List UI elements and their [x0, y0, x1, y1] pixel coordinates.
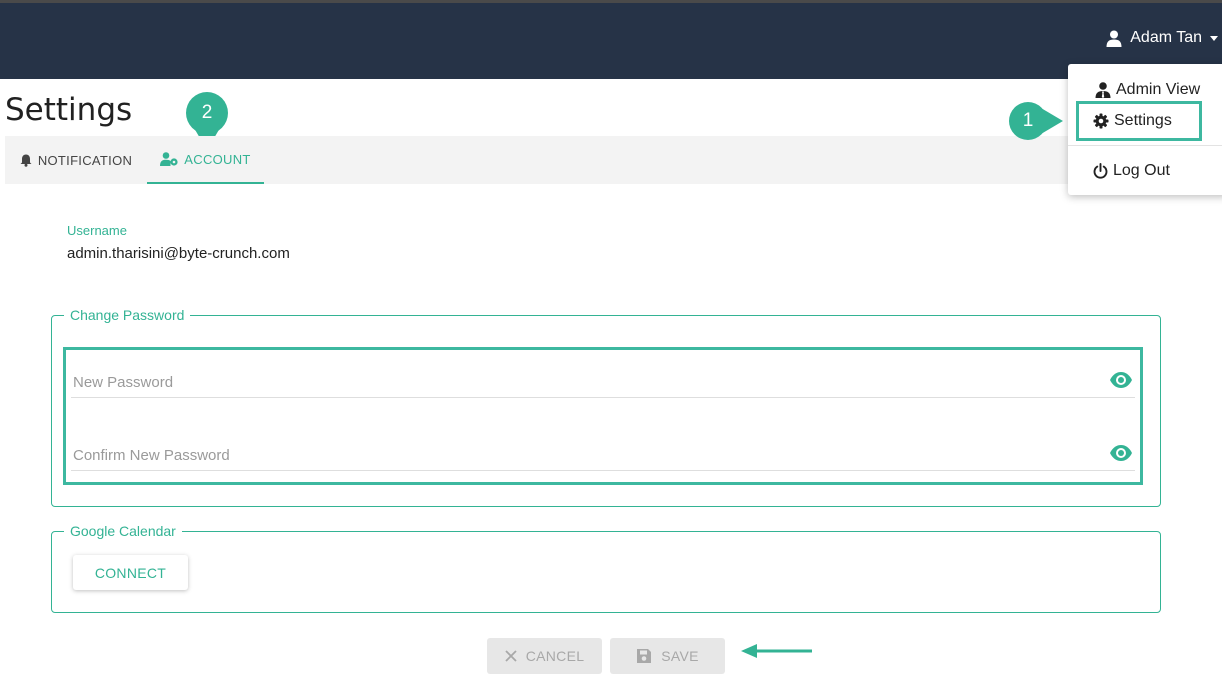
tab-notification-label: NOTIFICATION [37, 152, 133, 168]
change-password-legend: Change Password [64, 307, 191, 323]
step-callout-2-number: 2 [201, 102, 213, 123]
page-title: Settings [5, 92, 133, 128]
user-menu-toggle[interactable]: Adam Tan [1106, 29, 1218, 47]
step-callout-1-number: 1 [1022, 110, 1034, 131]
menu-item-settings-label: Settings [1114, 112, 1172, 129]
save-button[interactable]: SAVE [610, 638, 725, 674]
save-button-label: SAVE [661, 648, 699, 664]
settings-tabs: NOTIFICATION ACCOUNT [5, 136, 1220, 184]
user-dropdown-menu: Admin View Settings Log Out [1068, 64, 1222, 195]
tab-account[interactable]: ACCOUNT [147, 136, 264, 184]
top-navbar: Adam Tan [0, 3, 1222, 79]
bell-icon [20, 154, 32, 167]
caret-down-icon [1210, 35, 1218, 41]
cancel-button-label: CANCEL [525, 648, 585, 664]
close-icon [505, 650, 517, 662]
username-label: Username [67, 223, 127, 238]
google-calendar-section: Google Calendar [51, 523, 1161, 613]
google-calendar-legend: Google Calendar [64, 523, 182, 539]
gear-icon [1093, 113, 1109, 129]
menu-item-settings[interactable]: Settings [1076, 101, 1202, 141]
username-value: admin.tharisini@byte-crunch.com [67, 245, 290, 262]
tab-notification[interactable]: NOTIFICATION [5, 136, 147, 184]
user-icon [1106, 30, 1122, 47]
cancel-button[interactable]: CANCEL [487, 638, 602, 674]
user-cog-icon [160, 152, 178, 166]
menu-divider [1068, 145, 1222, 146]
connect-button[interactable]: CONNECT [73, 555, 188, 590]
menu-item-admin-view-label: Admin View [1116, 81, 1201, 98]
floppy-disk-icon [637, 649, 652, 663]
user-name: Adam Tan [1130, 29, 1202, 46]
user-tie-icon [1095, 82, 1111, 98]
power-icon [1093, 163, 1108, 179]
menu-item-admin-view[interactable]: Admin View [1068, 78, 1222, 102]
step-callout-1-pointer [1041, 108, 1063, 134]
arrow-left-icon [741, 644, 812, 658]
password-fields-highlight [63, 347, 1143, 485]
menu-item-log-out[interactable]: Log Out [1068, 159, 1222, 183]
tab-account-label: ACCOUNT [184, 151, 251, 167]
menu-item-log-out-label: Log Out [1113, 162, 1170, 179]
